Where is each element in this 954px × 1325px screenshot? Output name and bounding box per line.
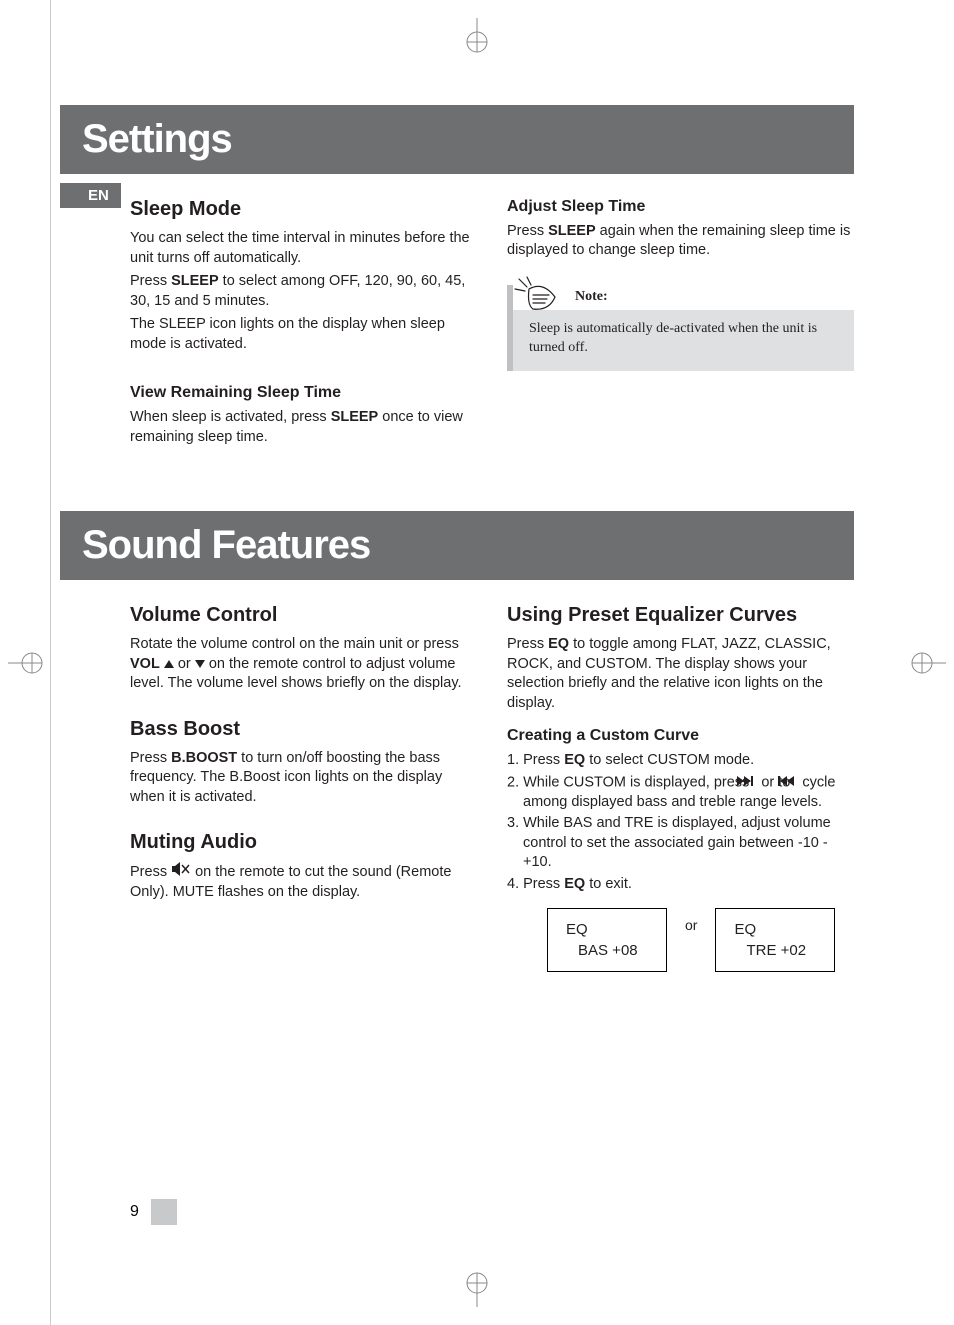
eq-display-tre: EQ TRE +02 xyxy=(715,908,835,972)
note-body: Sleep is automatically de-activated when… xyxy=(529,320,838,358)
text-fragment: 4. Press xyxy=(507,876,564,892)
text-fragment: to select CUSTOM mode. xyxy=(585,752,754,768)
bass-boost-heading: Bass Boost xyxy=(130,716,477,743)
volume-control-heading: Volume Control xyxy=(130,602,477,629)
eq-button-label: EQ xyxy=(564,876,585,892)
settings-title: Settings xyxy=(82,117,832,162)
eq-display-line2: TRE +02 xyxy=(734,940,810,961)
sleep-button-label: SLEEP xyxy=(331,409,379,425)
crop-mark-bottom xyxy=(457,1267,497,1307)
custom-curve-list: 1. Press EQ to select CUSTOM mode. 2. Wh… xyxy=(507,751,854,895)
eq-display-line1: EQ xyxy=(734,919,810,940)
settings-header-bar: Settings xyxy=(60,105,854,174)
page-number: 9 xyxy=(130,1203,139,1221)
custom-step-1: 1. Press EQ to select CUSTOM mode. xyxy=(507,751,854,771)
sleep-button-label: SLEEP xyxy=(171,273,219,289)
mute-icon xyxy=(171,862,191,883)
bboost-button-label: B.BOOST xyxy=(171,750,237,766)
view-remaining-heading: View Remaining Sleep Time xyxy=(130,382,477,404)
eq-button-label: EQ xyxy=(548,636,569,652)
sleep-mode-p1: You can select the time interval in minu… xyxy=(130,229,477,268)
muting-audio-p1: Press on the remote to cut the sound (Re… xyxy=(130,862,477,902)
triangle-up-icon xyxy=(164,660,174,668)
muting-audio-heading: Muting Audio xyxy=(130,829,477,856)
text-fragment: 2. While CUSTOM is displayed, press xyxy=(507,774,753,790)
language-tab: EN xyxy=(60,183,121,208)
text-fragment: or xyxy=(174,656,195,672)
eq-display-line1: EQ xyxy=(566,919,642,940)
text-fragment: to exit. xyxy=(585,876,632,892)
eq-displays: EQ BAS +08 or EQ TRE +02 xyxy=(547,908,854,972)
preset-eq-heading: Using Preset Equalizer Curves xyxy=(507,602,854,629)
note-label: Note: xyxy=(513,285,854,310)
sound-title: Sound Features xyxy=(82,523,832,568)
text-fragment: Press xyxy=(130,865,171,881)
triangle-down-icon xyxy=(195,660,205,668)
bass-boost-p1: Press B.BOOST to turn on/off boosting th… xyxy=(130,749,477,808)
sound-header-bar: Sound Features xyxy=(60,511,854,580)
volume-control-p1: Rotate the volume control on the main un… xyxy=(130,635,477,694)
text-fragment: Rotate the volume control on the main un… xyxy=(130,636,459,652)
custom-step-3: 3. While BAS and TRE is displayed, adjus… xyxy=(507,814,854,873)
eq-display-line2: BAS +08 xyxy=(566,940,642,961)
crop-mark-right xyxy=(906,643,946,683)
crop-mark-top xyxy=(457,18,497,58)
note-label-text: Note: xyxy=(575,289,608,304)
sleep-mode-p3: The SLEEP icon lights on the display whe… xyxy=(130,315,477,354)
sleep-mode-heading: Sleep Mode xyxy=(130,196,477,223)
note-hand-icon xyxy=(513,275,561,326)
eq-display-bas: EQ BAS +08 xyxy=(547,908,667,972)
adjust-sleep-heading: Adjust Sleep Time xyxy=(507,196,854,218)
custom-curve-heading: Creating a Custom Curve xyxy=(507,725,854,747)
text-fragment: Press xyxy=(130,750,171,766)
page-number-box xyxy=(151,1199,177,1225)
sleep-button-label: SLEEP xyxy=(548,223,596,239)
text-fragment: Press xyxy=(507,636,548,652)
eq-button-label: EQ xyxy=(564,752,585,768)
text-fragment: When sleep is activated, press xyxy=(130,409,331,425)
adjust-sleep-p1: Press SLEEP again when the remaining sle… xyxy=(507,222,854,261)
preset-eq-p1: Press EQ to toggle among FLAT, JAZZ, CLA… xyxy=(507,635,854,713)
view-remaining-p1: When sleep is activated, press SLEEP onc… xyxy=(130,408,477,447)
page-number-area: 9 xyxy=(130,1199,177,1225)
sleep-mode-p2: Press SLEEP to select among OFF, 120, 90… xyxy=(130,272,477,311)
vol-button-label: VOL xyxy=(130,656,160,672)
text-fragment: Press xyxy=(130,273,171,289)
or-label: or xyxy=(685,916,697,965)
custom-step-4: 4. Press EQ to exit. xyxy=(507,875,854,895)
page-margin-line xyxy=(50,0,51,1325)
text-fragment: Press xyxy=(507,223,548,239)
crop-mark-left xyxy=(8,643,48,683)
text-fragment: 1. Press xyxy=(507,752,564,768)
custom-step-2: 2. While CUSTOM is displayed, press or t… xyxy=(507,773,854,813)
